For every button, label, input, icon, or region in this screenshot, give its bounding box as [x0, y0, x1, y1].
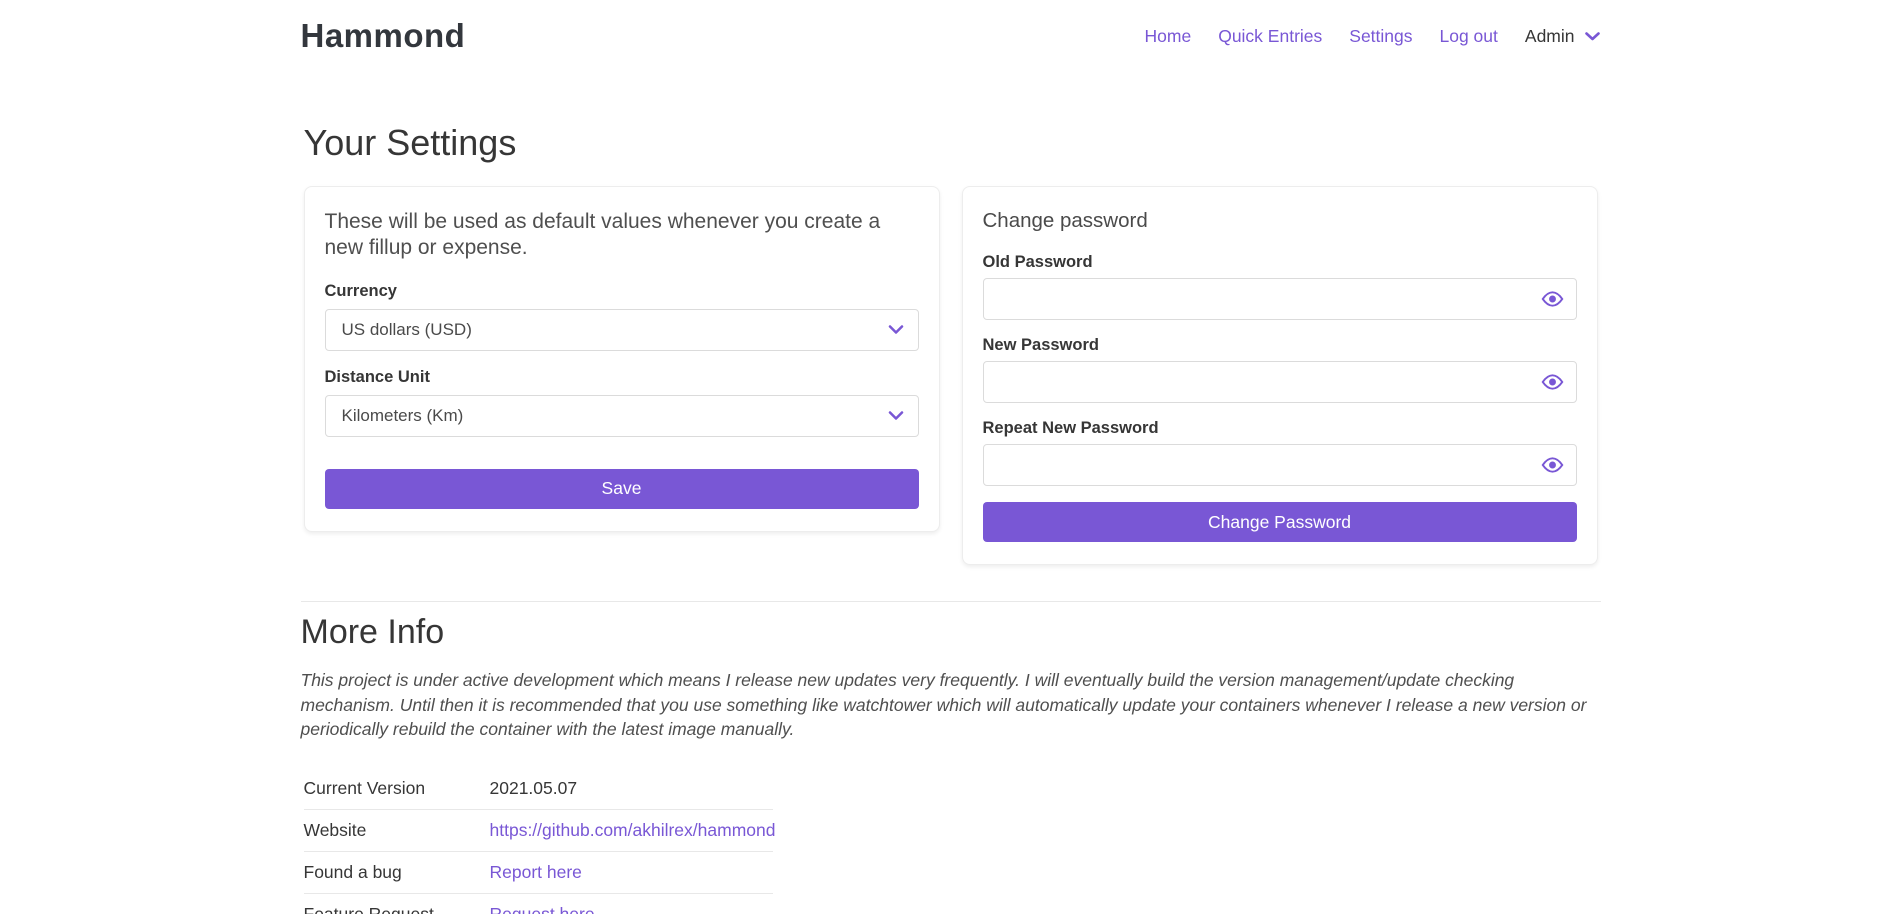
more-info-title: More Info	[301, 613, 1601, 652]
brand-logo[interactable]: Hammond	[301, 17, 466, 55]
development-note: This project is under active development…	[301, 668, 1601, 742]
top-navbar: Hammond Home Quick Entries Settings Log …	[0, 0, 1901, 72]
defaults-description: These will be used as default values whe…	[325, 209, 919, 262]
table-row-bug: Found a bug Report here	[304, 852, 773, 894]
row-label: Website	[304, 820, 490, 841]
repeat-password-input[interactable]	[983, 444, 1577, 486]
section-divider	[301, 601, 1601, 602]
website-link[interactable]: https://github.com/akhilrex/hammond	[490, 820, 776, 841]
eye-icon	[1541, 457, 1564, 473]
old-password-input[interactable]	[983, 278, 1577, 320]
new-password-label: New Password	[983, 336, 1577, 355]
feature-request-link[interactable]: Request here	[490, 904, 595, 914]
nav-item-quick-entries[interactable]: Quick Entries	[1218, 26, 1322, 47]
change-password-card: Change password Old Password New Passwor…	[962, 186, 1598, 565]
old-password-group: Old Password	[983, 253, 1577, 320]
chevron-down-icon	[888, 325, 904, 335]
current-version-value: 2021.05.07	[490, 778, 578, 799]
repeat-password-label: Repeat New Password	[983, 419, 1577, 438]
nav-item-logout[interactable]: Log out	[1440, 26, 1498, 47]
currency-select[interactable]: US dollars (USD)	[325, 309, 919, 351]
new-password-input[interactable]	[983, 361, 1577, 403]
info-table: Current Version 2021.05.07 Website https…	[301, 768, 773, 914]
toggle-new-password-visibility[interactable]	[1541, 372, 1565, 392]
toggle-old-password-visibility[interactable]	[1541, 289, 1565, 309]
table-row-current-version: Current Version 2021.05.07	[304, 768, 773, 810]
distance-unit-select[interactable]: Kilometers (Km)	[325, 395, 919, 437]
distance-unit-label: Distance Unit	[325, 368, 919, 387]
change-password-title: Change password	[983, 209, 1577, 233]
table-row-feature-request: Feature Request Request here	[304, 894, 773, 914]
eye-icon	[1541, 374, 1564, 390]
defaults-card: These will be used as default values whe…	[304, 186, 940, 532]
table-row-website: Website https://github.com/akhilrex/hamm…	[304, 810, 773, 852]
repeat-password-group: Repeat New Password	[983, 419, 1577, 486]
change-password-button[interactable]: Change Password	[983, 502, 1577, 542]
chevron-down-icon	[888, 411, 904, 421]
main-content: Your Settings These will be used as defa…	[301, 122, 1601, 914]
nav-item-home[interactable]: Home	[1145, 26, 1192, 47]
row-label: Found a bug	[304, 862, 490, 883]
old-password-label: Old Password	[983, 253, 1577, 272]
new-password-group: New Password	[983, 336, 1577, 403]
eye-icon	[1541, 291, 1564, 307]
toggle-repeat-password-visibility[interactable]	[1541, 455, 1565, 475]
report-bug-link[interactable]: Report here	[490, 862, 582, 883]
row-label: Feature Request	[304, 904, 490, 914]
nav-item-settings[interactable]: Settings	[1349, 26, 1412, 47]
currency-selected-value: US dollars (USD)	[342, 320, 472, 340]
nav-links: Home Quick Entries Settings Log out Admi…	[1145, 26, 1601, 47]
row-label: Current Version	[304, 778, 490, 799]
distance-unit-selected-value: Kilometers (Km)	[342, 406, 464, 426]
page-title: Your Settings	[301, 122, 1601, 164]
save-button[interactable]: Save	[325, 469, 919, 509]
chevron-down-icon	[1584, 31, 1601, 42]
currency-label: Currency	[325, 282, 919, 301]
user-menu[interactable]: Admin	[1525, 26, 1601, 47]
user-menu-label: Admin	[1525, 26, 1575, 47]
